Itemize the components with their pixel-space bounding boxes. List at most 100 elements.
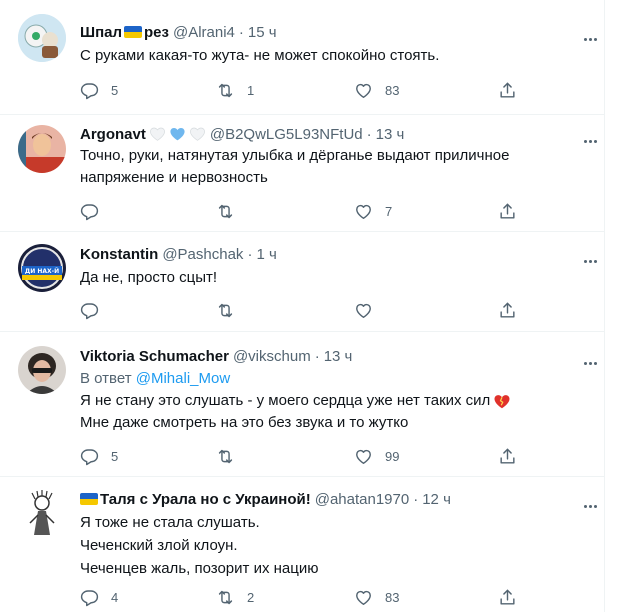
share-button[interactable]	[498, 80, 517, 100]
avatar[interactable]	[18, 125, 66, 173]
retweet-button[interactable]: 1	[216, 80, 254, 100]
tweet-line: Чеченский злой клоун.	[80, 537, 238, 554]
more-icon[interactable]	[584, 28, 604, 41]
tweet-header: Viktoria Schumacher @vikschum · 13 ч	[80, 346, 352, 366]
retweet-count: 2	[247, 589, 255, 605]
reply-button[interactable]: 5	[80, 446, 118, 466]
display-name[interactable]: Viktoria Schumacher	[80, 348, 229, 365]
share-button[interactable]	[498, 587, 517, 607]
tweet[interactable]: Таля с Урала но с Украиной! @ahatan1970 …	[0, 477, 604, 612]
heart-icon	[354, 202, 373, 221]
display-name-suffix[interactable]: рез	[144, 24, 169, 41]
reply-icon	[80, 202, 99, 221]
retweet-icon	[216, 588, 235, 607]
display-name[interactable]: Таля с Урала но с Украиной!	[100, 491, 311, 508]
retweet-button[interactable]	[216, 300, 247, 320]
reply-icon	[80, 301, 99, 320]
tweet-line: Мне даже смотреть на это без звука и то …	[80, 414, 409, 431]
scrollbar[interactable]	[604, 0, 620, 612]
user-handle[interactable]: @Alrani4	[173, 24, 235, 41]
more-icon[interactable]	[584, 130, 604, 143]
ukraine-flag-icon	[124, 26, 143, 38]
share-icon	[498, 588, 517, 607]
timestamp[interactable]: 12 ч	[422, 491, 451, 508]
like-button[interactable]	[354, 300, 385, 320]
like-button[interactable]: 83	[354, 80, 399, 100]
more-icon[interactable]	[584, 352, 604, 365]
tweet-line: С руками какая-то жута- не может спокойн…	[80, 47, 440, 64]
reply-to-link[interactable]: @Mihali_Mow	[136, 370, 230, 387]
reply-icon	[80, 81, 99, 100]
separator: ·	[314, 347, 320, 365]
portrait-avatar-icon	[18, 125, 66, 173]
user-handle[interactable]: @Pashchak	[162, 246, 243, 263]
share-icon	[498, 301, 517, 320]
user-handle[interactable]: @B2QwLG5L93NFtUd	[210, 126, 363, 143]
ukraine-flag-icon	[80, 493, 98, 505]
tweet-text: Да не, просто сцыт!	[80, 267, 580, 289]
reply-count: 5	[111, 448, 119, 464]
share-button[interactable]	[498, 201, 517, 221]
tweet-header: Шпал рез @Alrani4 · 15 ч	[80, 22, 277, 42]
display-name[interactable]: Шпал	[80, 24, 122, 41]
tweet-text: В ответ @Mihali_Mow Я не стану это слуша…	[80, 368, 580, 434]
retweet-button[interactable]	[216, 201, 247, 221]
avatar[interactable]: ДИ НАХ-Й	[18, 244, 66, 292]
white-heart-icon	[189, 127, 205, 141]
share-button[interactable]	[498, 446, 517, 466]
tweet[interactable]: Argonavt @B2QwLG5L93NFtUd · 13 ч Точно, …	[0, 115, 604, 232]
user-handle[interactable]: @vikschum	[233, 348, 311, 365]
reply-button[interactable]	[80, 300, 111, 320]
like-count: 7	[385, 203, 393, 219]
like-button[interactable]: 99	[354, 446, 399, 466]
retweet-button[interactable]	[216, 446, 247, 466]
reply-button[interactable]	[80, 201, 111, 221]
tweet[interactable]: ДИ НАХ-Й Konstantin @Pashchak · 1 ч Да н…	[0, 232, 604, 332]
heart-icon	[354, 447, 373, 466]
share-button[interactable]	[498, 300, 517, 320]
reply-count: 4	[111, 589, 119, 605]
tweet-actions: 7	[80, 201, 520, 221]
retweet-button[interactable]: 2	[216, 587, 254, 607]
tweet-text: Я тоже не стала слушать. Чеченский злой …	[80, 511, 580, 580]
avatar[interactable]	[18, 14, 66, 62]
heart-icon	[354, 588, 373, 607]
owl-avatar-icon	[18, 14, 66, 62]
timestamp[interactable]: 15 ч	[248, 24, 277, 41]
like-count: 83	[385, 82, 400, 98]
tweet-actions: 5 1 83	[80, 80, 520, 100]
heart-icon	[354, 81, 373, 100]
tweet-actions: 5 99	[80, 446, 520, 466]
tweet[interactable]: Шпал рез @Alrani4 · 15 ч С руками какая-…	[0, 0, 604, 115]
timestamp[interactable]: 1 ч	[256, 246, 276, 263]
tweet-header: Argonavt @B2QwLG5L93NFtUd · 13 ч	[80, 124, 404, 144]
more-icon[interactable]	[584, 250, 604, 263]
reply-icon	[80, 447, 99, 466]
tweet[interactable]: Viktoria Schumacher @vikschum · 13 ч В о…	[0, 332, 604, 477]
retweet-icon	[216, 447, 235, 466]
tweet-line: Я не стану это слушать - у моего сердца …	[80, 390, 580, 412]
tweet-line-text: Я не стану это слушать - у моего сердца …	[80, 392, 491, 409]
retweet-count: 1	[247, 82, 255, 98]
blue-heart-icon	[170, 127, 185, 141]
timestamp[interactable]: 13 ч	[324, 348, 353, 365]
reply-prefix: В ответ	[80, 370, 132, 387]
tweet-line: напряжение и нервозность	[80, 169, 268, 186]
display-name[interactable]: Argonavt	[80, 126, 146, 143]
avatar[interactable]	[18, 489, 66, 537]
user-handle[interactable]: @ahatan1970	[315, 491, 409, 508]
display-name[interactable]: Konstantin	[80, 246, 158, 263]
reply-button[interactable]: 4	[80, 587, 118, 607]
like-button[interactable]: 7	[354, 201, 392, 221]
share-icon	[498, 447, 517, 466]
timestamp[interactable]: 13 ч	[376, 126, 405, 143]
more-icon[interactable]	[584, 495, 604, 508]
white-heart-icon	[149, 127, 165, 141]
tweet-actions: 4 2 83	[80, 587, 520, 607]
badge-avatar-icon: ДИ НАХ-Й	[18, 244, 66, 292]
avatar[interactable]	[18, 346, 66, 394]
reply-button[interactable]: 5	[80, 80, 118, 100]
separator: ·	[247, 245, 253, 263]
like-count: 99	[385, 448, 400, 464]
like-button[interactable]: 83	[354, 587, 399, 607]
